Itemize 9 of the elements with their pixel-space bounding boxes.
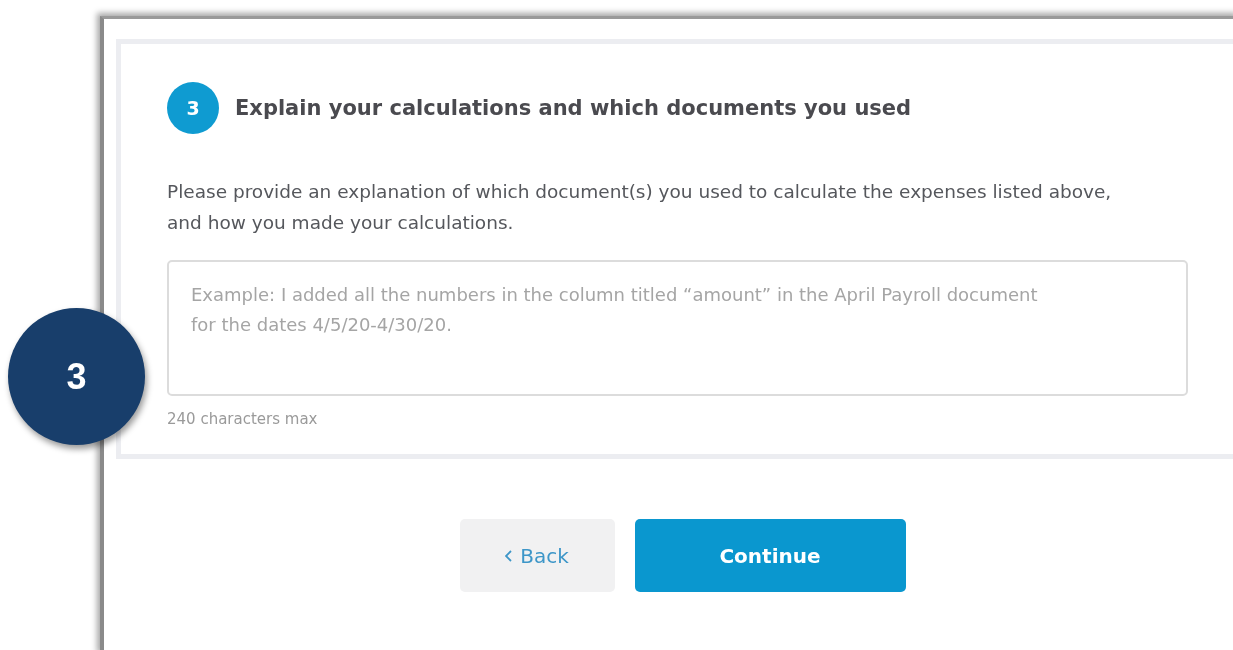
section-title: Explain your calculations and which documents you used (235, 96, 912, 120)
character-limit-hint: 240 characters max (167, 410, 318, 428)
chevron-left-icon (505, 549, 513, 562)
continue-button[interactable]: Continue (634, 519, 906, 592)
explanation-field[interactable]: Example: I added all the numbers in the column titled “amount” in the April Payroll document for the dates 4/5/20-4/30/20. (167, 260, 1188, 396)
callout-badge: 3 (8, 308, 145, 445)
back-button[interactable]: Back (459, 519, 615, 592)
section-description: Please provide an explanation of which document(s) you used to calculate the expenses listed above, and how you made your calculations. (167, 180, 1113, 235)
step-number: 3 (167, 82, 219, 134)
